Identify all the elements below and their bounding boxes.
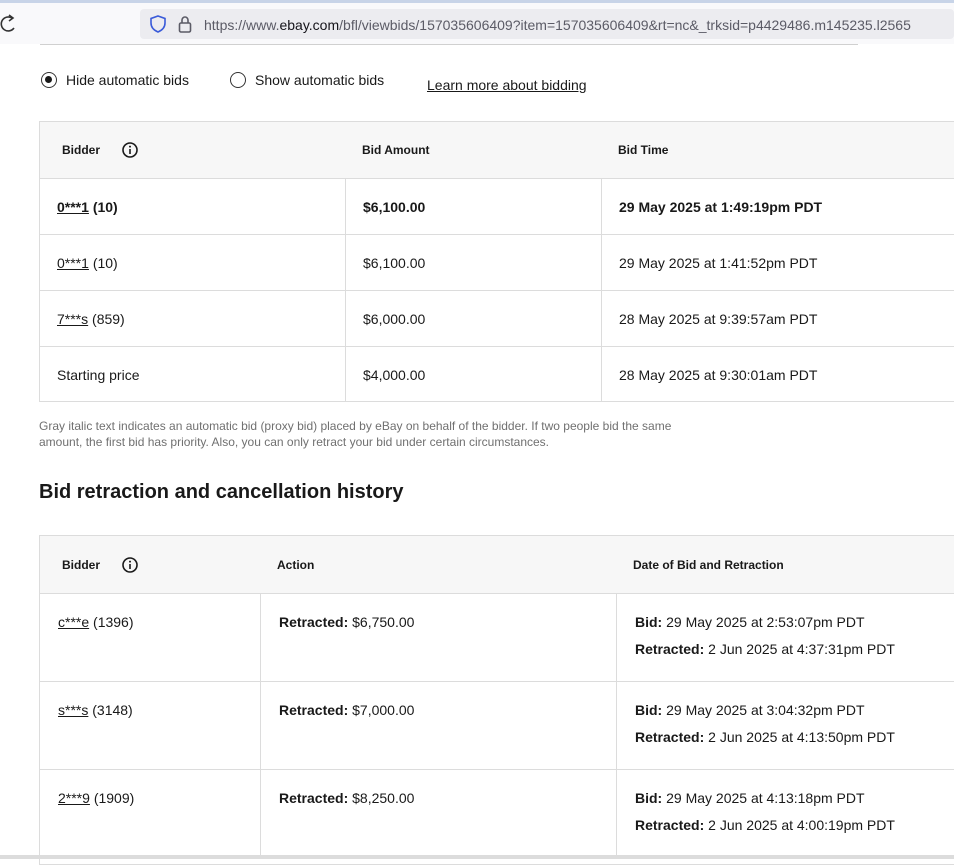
- date-cell: Bid: 29 May 2025 at 3:04:32pm PDT Retrac…: [616, 682, 954, 769]
- bidder-link[interactable]: 2***9: [58, 790, 90, 806]
- learn-more-link[interactable]: Learn more about bidding: [427, 77, 587, 93]
- retracted-date: 2 Jun 2025 at 4:13:50pm PDT: [708, 729, 895, 745]
- bid-label: Bid:: [635, 702, 663, 718]
- bid-amount: $6,100.00: [345, 179, 601, 234]
- header-date: Date of Bid and Retraction: [633, 557, 784, 572]
- table-header-row: Bidder Bid Amount Bid Time: [40, 122, 954, 178]
- retracted-label: Retracted:: [635, 641, 705, 657]
- proxy-bid-footnote: Gray italic text indicates an automatic …: [39, 419, 672, 449]
- show-automatic-bids-radio[interactable]: Show automatic bids: [230, 70, 384, 90]
- header-action: Action: [277, 557, 315, 572]
- header-bidder-label: Bidder: [62, 143, 101, 157]
- radio-selected-icon[interactable]: [41, 72, 57, 88]
- bid-amount: $6,000.00: [345, 291, 601, 346]
- feedback-score: (1396): [93, 614, 134, 630]
- info-icon[interactable]: [122, 142, 138, 158]
- bid-amount: $6,100.00: [345, 235, 601, 290]
- radio-unselected-icon[interactable]: [230, 72, 246, 88]
- bidder-link[interactable]: c***e: [58, 614, 89, 630]
- feedback-score: (859): [92, 310, 125, 327]
- show-automatic-bids-label: Show automatic bids: [255, 72, 385, 88]
- bidder-label: Starting price: [57, 366, 140, 383]
- date-cell: Bid: 29 May 2025 at 2:53:07pm PDT Retrac…: [616, 594, 954, 681]
- header-bid-amount: Bid Amount: [362, 143, 430, 157]
- bidder-link[interactable]: 0***1: [57, 199, 89, 215]
- retracted-label: Retracted:: [635, 729, 705, 745]
- page-bottom-edge: [0, 855, 954, 859]
- table-row: 0***1 (10) $6,100.00 29 May 2025 at 1:41…: [40, 234, 954, 290]
- bidder-link[interactable]: s***s: [58, 702, 88, 718]
- bidder-link[interactable]: 0***1: [57, 255, 89, 271]
- action-cell: Retracted: $8,250.00: [260, 770, 616, 857]
- feedback-score: (10): [92, 254, 118, 271]
- table-row: s***s (3148) Retracted: $7,000.00 Bid: 2…: [40, 681, 954, 769]
- bidder-cell: 0***1 (10): [40, 179, 345, 234]
- table-row: 7***s (859) $6,000.00 28 May 2025 at 9:3…: [40, 290, 954, 346]
- header-bid-time: Bid Time: [618, 143, 669, 157]
- lock-icon[interactable]: [178, 15, 192, 33]
- bid-history-table: Bidder Bid Amount Bid Time 0***1 (10) $6…: [39, 121, 954, 402]
- bidder-cell: c***e (1396): [40, 594, 260, 681]
- browser-toolbar: https://www.ebay.com/bfl/viewbids/157035…: [0, 0, 954, 44]
- info-icon[interactable]: [122, 556, 138, 573]
- retracted-date: 2 Jun 2025 at 4:37:31pm PDT: [708, 641, 895, 657]
- reload-icon[interactable]: [0, 13, 20, 35]
- bid-date: 29 May 2025 at 3:04:32pm PDT: [666, 702, 865, 718]
- bidder-cell: 0***1 (10): [40, 235, 345, 290]
- date-cell: Bid: 29 May 2025 at 4:13:18pm PDT Retrac…: [616, 770, 954, 857]
- retraction-section-title: Bid retraction and cancellation history: [39, 481, 404, 503]
- bidder-cell: 7***s (859): [40, 291, 345, 346]
- retracted-amount: $7,000.00: [352, 702, 415, 718]
- action-cell: Retracted: $6,750.00: [260, 594, 616, 681]
- bidder-cell: Starting price: [40, 347, 345, 402]
- table-row: c***e (1396) Retracted: $6,750.00 Bid: 2…: [40, 593, 954, 681]
- action-cell: Retracted: $7,000.00: [260, 682, 616, 769]
- table-row: Starting price $4,000.00 28 May 2025 at …: [40, 346, 954, 402]
- retraction-history-table: Bidder Action Date of Bid and Retraction…: [39, 535, 954, 865]
- table-row: 2***9 (1909) Retracted: $8,250.00 Bid: 2…: [40, 769, 954, 857]
- action-label: Retracted:: [279, 790, 349, 806]
- bidder-cell: s***s (3148): [40, 682, 260, 769]
- retracted-amount: $8,250.00: [352, 790, 415, 806]
- header-bidder: Bidder: [40, 122, 345, 178]
- bidder-cell: 2***9 (1909): [40, 770, 260, 857]
- bid-date: 29 May 2025 at 2:53:07pm PDT: [666, 614, 865, 630]
- bid-time: 28 May 2025 at 9:30:01am PDT: [601, 347, 954, 402]
- hide-automatic-bids-radio[interactable]: Hide automatic bids: [41, 70, 189, 90]
- bid-time: 28 May 2025 at 9:39:57am PDT: [601, 291, 954, 346]
- bidder-link[interactable]: 7***s: [57, 311, 88, 327]
- action-label: Retracted:: [279, 614, 349, 630]
- hide-automatic-bids-label: Hide automatic bids: [66, 72, 189, 88]
- retracted-label: Retracted:: [635, 817, 705, 833]
- table-row: 0***1 (10) $6,100.00 29 May 2025 at 1:49…: [40, 178, 954, 234]
- bid-time: 29 May 2025 at 1:49:19pm PDT: [601, 179, 954, 234]
- bid-label: Bid:: [635, 614, 663, 630]
- bid-date: 29 May 2025 at 4:13:18pm PDT: [666, 790, 865, 806]
- header-bidder: Bidder: [40, 536, 260, 593]
- action-label: Retracted:: [279, 702, 349, 718]
- shield-icon[interactable]: [150, 15, 166, 33]
- feedback-score: (3148): [92, 702, 133, 718]
- url-text[interactable]: https://www.ebay.com/bfl/viewbids/157035…: [204, 17, 911, 33]
- bid-label: Bid:: [635, 790, 663, 806]
- feedback-score: (10): [92, 198, 118, 215]
- bid-time: 29 May 2025 at 1:41:52pm PDT: [601, 235, 954, 290]
- bid-amount: $4,000.00: [345, 347, 601, 402]
- divider: [40, 44, 858, 45]
- header-bidder-label: Bidder: [62, 557, 101, 572]
- feedback-score: (1909): [93, 790, 135, 806]
- retracted-date: 2 Jun 2025 at 4:00:19pm PDT: [708, 817, 895, 833]
- retracted-amount: $6,750.00: [352, 614, 415, 630]
- table-header-row: Bidder Action Date of Bid and Retraction: [40, 536, 954, 593]
